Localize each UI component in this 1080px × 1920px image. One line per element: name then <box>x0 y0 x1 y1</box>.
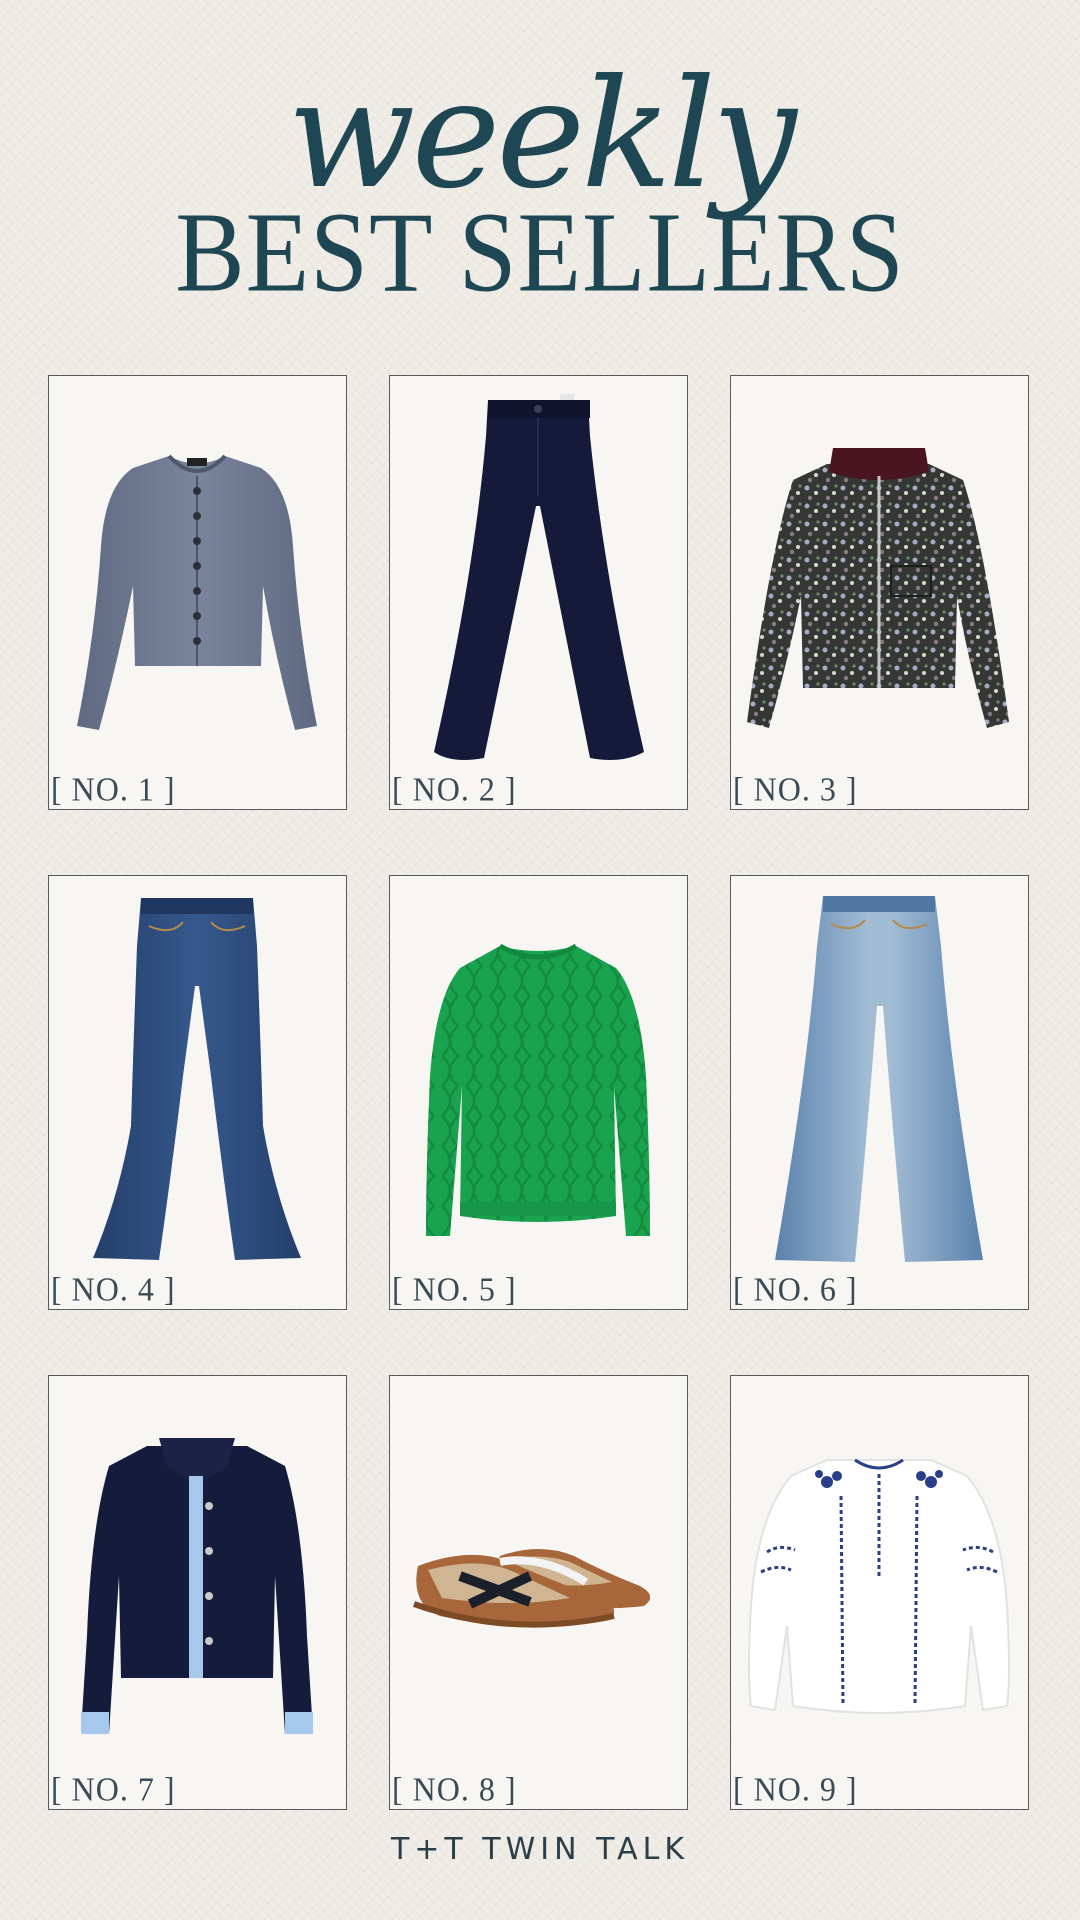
embroidered-blouse-icon <box>748 1458 1010 1714</box>
wide-jeans-icon <box>775 896 983 1262</box>
product-card-6[interactable]: [ NO. 6 ] <box>730 875 1029 1310</box>
rank-label: [ NO. 9 ] <box>733 1770 858 1808</box>
floral-jacket-icon <box>747 448 1009 728</box>
rank-label: [ NO. 5 ] <box>392 1270 517 1308</box>
rank-label: [ NO. 1 ] <box>51 770 176 808</box>
product-card-4[interactable]: [ NO. 4 ] <box>48 875 347 1310</box>
page-title: BEST SELLERS <box>175 189 905 316</box>
rank-label: [ NO. 6 ] <box>733 1270 858 1308</box>
rank-label: [ NO. 2 ] <box>392 770 517 808</box>
product-card-9[interactable]: [ NO. 9 ] <box>730 1375 1029 1810</box>
knit-jacket-icon <box>81 1438 313 1734</box>
rank-label: [ NO. 4 ] <box>51 1270 176 1308</box>
wide-leg-pants-icon <box>434 394 644 760</box>
brand-footer: T+T TWIN TALK <box>390 1832 690 1867</box>
flare-jeans-icon <box>93 898 301 1260</box>
product-card-3[interactable]: [ NO. 3 ] <box>730 375 1029 810</box>
rank-label: [ NO. 7 ] <box>51 1770 176 1808</box>
rank-label: [ NO. 3 ] <box>733 770 858 808</box>
product-card-5[interactable]: [ NO. 5 ] <box>389 875 688 1310</box>
header: weekly BEST SELLERS <box>0 40 1080 320</box>
cardigan-icon <box>77 454 317 730</box>
sneakers-icon <box>412 1549 651 1628</box>
rank-label: [ NO. 8 ] <box>392 1770 517 1808</box>
cable-sweater-icon <box>426 943 650 1236</box>
product-card-7[interactable]: [ NO. 7 ] <box>48 1375 347 1810</box>
product-card-2[interactable]: [ NO. 2 ] <box>389 375 688 810</box>
product-card-8[interactable]: [ NO. 8 ] <box>389 1375 688 1810</box>
product-card-1[interactable]: [ NO. 1 ] <box>48 375 347 810</box>
